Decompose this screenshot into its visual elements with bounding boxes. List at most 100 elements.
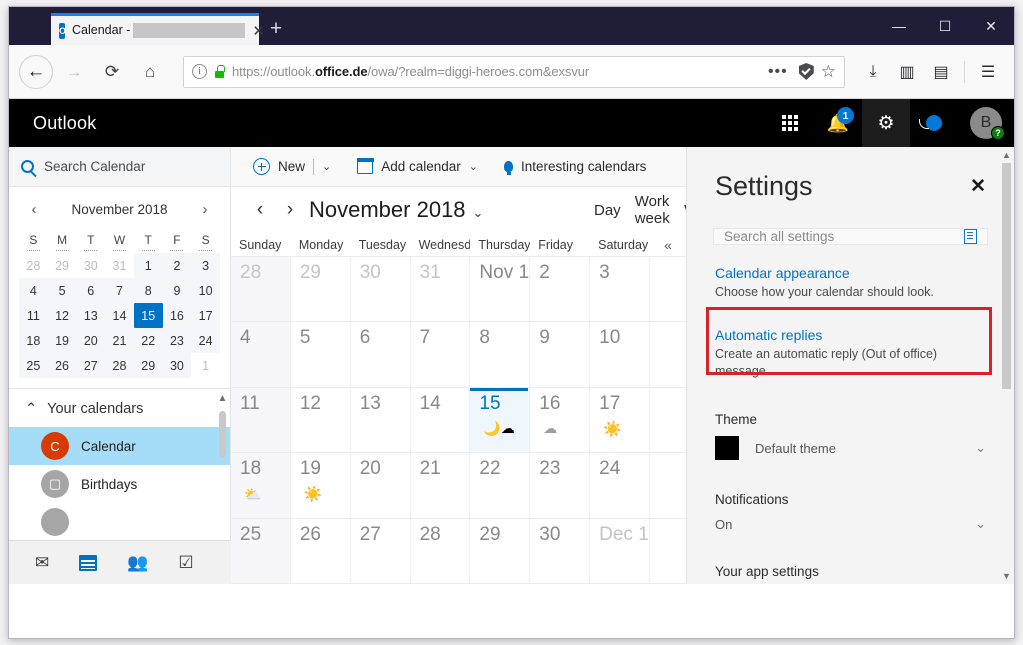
add-calendar-button[interactable]: Add calendar ⌄ (356, 158, 478, 174)
tasks-icon[interactable]: ☑ (178, 553, 193, 573)
mini-cal-day[interactable]: 22 (133, 328, 163, 353)
url-bar[interactable]: i https://outlook.office.de/owa/?realm=d… (183, 55, 845, 88)
calendar-day-cell[interactable]: 18 ⛅ (231, 453, 291, 518)
calendar-day-cell[interactable]: 31 (411, 257, 471, 322)
minimize-button[interactable]: — (876, 7, 922, 45)
scroll-thumb[interactable] (219, 411, 226, 457)
calendar-day-cell[interactable]: 27 (351, 518, 411, 584)
calendar-day-cell[interactable]: 10 (590, 322, 650, 387)
page-actions-icon[interactable]: ••• (764, 63, 792, 81)
home-button[interactable]: ⌂ (133, 55, 167, 89)
view-work-week[interactable]: Work week (635, 193, 671, 227)
calendar-day-cell[interactable]: 17 ☀️ (590, 387, 650, 453)
settings-link-automatic-replies[interactable]: Automatic replies Create an automatic re… (687, 327, 1014, 380)
mini-cal-day[interactable]: 1 (133, 253, 163, 278)
mini-cal-day[interactable]: 10 (191, 278, 220, 303)
calendar-prev-button[interactable]: ‹ (245, 199, 275, 221)
mini-cal-day[interactable]: 23 (162, 328, 192, 353)
mini-cal-day[interactable]: 16 (162, 303, 192, 328)
calendar-day-cell[interactable]: 28 (411, 518, 471, 584)
page-info-icon[interactable]: i (192, 64, 207, 79)
calendar-group-header[interactable]: ⌃ Your calendars (9, 389, 230, 427)
mini-cal-day[interactable]: 11 (19, 303, 48, 328)
mini-cal-day[interactable]: 29 (48, 253, 77, 278)
chevron-down-icon[interactable]: ⌄ (975, 440, 986, 456)
settings-app-settings-section[interactable]: Your app settings (687, 564, 1014, 588)
mini-cal-day[interactable]: 6 (76, 278, 106, 303)
mini-cal-month-label[interactable]: November 2018 (71, 202, 167, 217)
settings-list-icon[interactable] (964, 229, 977, 244)
calendar-day-cell[interactable]: 14 (411, 387, 471, 453)
mini-cal-day[interactable]: 1 (191, 353, 220, 378)
mini-cal-day[interactable]: 25 (19, 353, 48, 378)
help-button[interactable] (910, 99, 958, 147)
settings-gear-button[interactable]: ⚙ (862, 99, 910, 147)
calendar-day-cell[interactable]: 15 🌙☁ (470, 387, 531, 453)
mini-cal-day[interactable]: 13 (76, 303, 106, 328)
calendar-icon[interactable] (79, 554, 98, 571)
calendar-list-item-partial[interactable] (9, 503, 230, 541)
mini-cal-day[interactable]: 28 (105, 353, 134, 378)
mini-cal-day[interactable]: 19 (47, 328, 77, 353)
calendar-day-cell[interactable]: Dec 1 (590, 518, 650, 584)
mini-cal-day[interactable]: 12 (47, 303, 77, 328)
calendar-next-button[interactable]: › (275, 199, 305, 221)
calendar-day-cell[interactable]: 20 (351, 453, 411, 518)
settings-search-input[interactable]: Search all settings (713, 228, 988, 245)
calendar-day-cell[interactable]: 16 ☁ (530, 387, 591, 453)
downloads-icon[interactable]: ⤓ (857, 56, 889, 88)
calendar-day-cell[interactable]: 4 (231, 322, 291, 387)
mini-cal-day[interactable]: 5 (47, 278, 77, 303)
mini-cal-day[interactable]: 15 (133, 303, 163, 328)
scroll-thumb[interactable] (1002, 163, 1011, 389)
mini-cal-day[interactable]: 26 (47, 353, 77, 378)
people-icon[interactable]: 👥 (127, 553, 148, 573)
calendar-month-grid[interactable]: 28 29 30 31 Nov 1 2 3 4 5 6 7 8 9 10 11 12 13 14 15 🌙☁ 16 ☁ 17… (231, 257, 686, 585)
collapse-panel-button[interactable]: « (650, 237, 686, 253)
calendar-day-cell[interactable]: 8 (470, 322, 531, 387)
calendar-day-cell[interactable]: 30 (530, 518, 591, 584)
calendar-day-cell[interactable]: 30 (351, 257, 411, 322)
scroll-up-icon[interactable]: ▲ (1002, 150, 1011, 160)
browser-tab[interactable]: O Calendar - ✕ (51, 13, 265, 45)
mini-cal-day[interactable]: 29 (133, 353, 163, 378)
calendar-day-cell[interactable]: 19 ☀️ (291, 453, 351, 518)
calendar-day-cell[interactable]: Nov 1 (470, 257, 531, 322)
new-event-button[interactable]: New ⌄ (253, 158, 331, 175)
new-tab-button[interactable]: + (259, 13, 293, 45)
calendar-day-cell[interactable]: 22 (470, 453, 531, 518)
reload-button[interactable]: ⟳ (95, 55, 129, 89)
calendar-list-item[interactable]: C Calendar (9, 427, 230, 465)
outlook-brand[interactable]: Outlook (33, 113, 96, 134)
bookmark-star-icon[interactable]: ☆ (821, 62, 836, 82)
sidebar-icon[interactable]: ▤ (925, 56, 957, 88)
back-button[interactable]: ← (19, 54, 53, 89)
mini-cal-next-button[interactable]: › (196, 201, 214, 218)
scroll-up-icon[interactable]: ▲ (218, 393, 228, 404)
mini-cal-day[interactable]: 4 (19, 278, 48, 303)
mini-cal-day[interactable]: 28 (19, 253, 48, 278)
calendar-day-cell[interactable]: 23 (530, 453, 591, 518)
settings-theme-section[interactable]: Theme Default theme ⌄ (687, 412, 1014, 460)
chevron-down-icon[interactable]: ⌄ (322, 160, 331, 173)
mini-cal-prev-button[interactable]: ‹ (25, 201, 43, 218)
calendar-day-cell[interactable]: 11 (231, 387, 291, 453)
account-button[interactable]: B ? (958, 99, 1014, 147)
forward-button[interactable]: → (57, 55, 91, 89)
mini-cal-day[interactable]: 9 (162, 278, 192, 303)
mini-cal-day[interactable]: 14 (105, 303, 134, 328)
mini-cal-day[interactable]: 30 (162, 353, 192, 378)
mini-cal-day[interactable]: 17 (191, 303, 220, 328)
calendar-day-cell[interactable]: 25 (231, 518, 291, 584)
mini-cal-day[interactable]: 20 (76, 328, 106, 353)
scroll-down-icon[interactable]: ▼ (1002, 571, 1011, 581)
mini-cal-day[interactable]: 24 (191, 328, 220, 353)
close-window-button[interactable]: ✕ (968, 7, 1014, 45)
calendar-day-cell[interactable]: 5 (291, 322, 351, 387)
mini-cal-day[interactable]: 31 (105, 253, 134, 278)
settings-notifications-section[interactable]: Notifications On ⌄ (687, 492, 1014, 532)
calendar-title[interactable]: November 2018 ⌄ (309, 197, 483, 223)
calendar-list-item[interactable]: ▢ Birthdays (9, 465, 230, 503)
calendar-day-cell[interactable]: 24 (590, 453, 650, 518)
settings-close-button[interactable]: ✕ (970, 175, 986, 198)
